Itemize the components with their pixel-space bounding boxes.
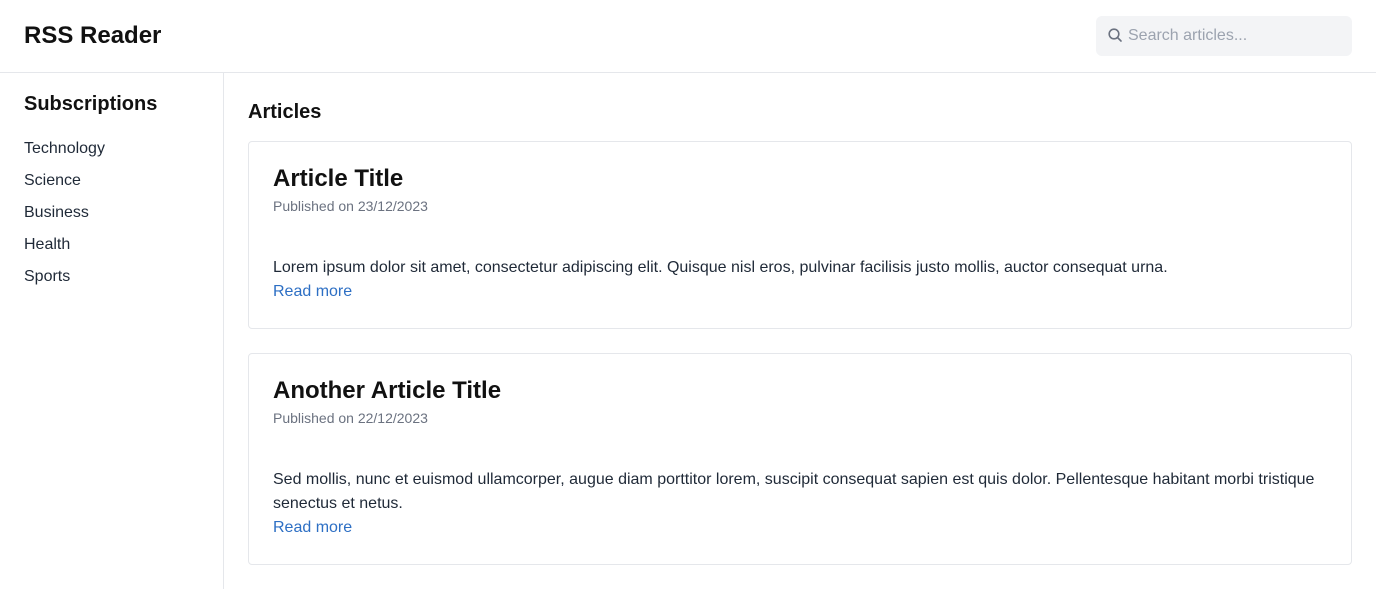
sidebar-item-health[interactable]: Health [24,229,105,261]
read-more-link[interactable]: Read more [273,516,1329,540]
article-title: Article Title [273,165,404,192]
search-box[interactable] [1096,16,1352,56]
sidebar-item-business[interactable]: Business [24,197,105,229]
article-excerpt: Sed mollis, nunc et euismod ullamcorper,… [273,471,1315,512]
sidebar-item-sports[interactable]: Sports [24,261,105,293]
article-excerpt: Lorem ipsum dolor sit amet, consectetur … [273,259,1168,276]
app-title: RSS Reader [24,22,162,49]
read-more-link[interactable]: Read more [273,280,1329,304]
article-body: Sed mollis, nunc et euismod ullamcorper,… [273,468,1329,540]
article-card: Another Article Title Published on 22/12… [248,353,1352,565]
search-icon [1108,28,1122,42]
section-title: Articles [248,101,322,123]
search-input[interactable] [1128,16,1344,56]
subscription-list: Technology Science Business Health Sport… [24,133,105,293]
sidebar-item-science[interactable]: Science [24,165,105,197]
sidebar-title: Subscriptions [24,93,158,115]
app-header: RSS Reader [0,0,1376,73]
sidebar-item-technology[interactable]: Technology [24,133,105,165]
article-body: Lorem ipsum dolor sit amet, consectetur … [273,256,1329,304]
article-card: Article Title Published on 23/12/2023 Lo… [248,141,1352,329]
article-date: Published on 23/12/2023 [273,198,428,214]
article-title: Another Article Title [273,377,502,404]
article-date: Published on 22/12/2023 [273,410,428,426]
sidebar: Subscriptions Technology Science Busines… [0,73,224,589]
